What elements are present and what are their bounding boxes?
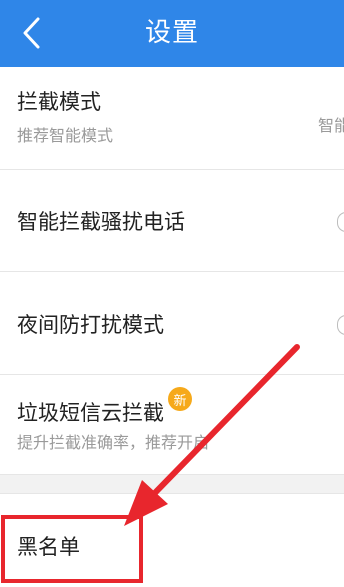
new-badge: 新: [168, 387, 192, 411]
smart-block-calls-toggle[interactable]: [337, 212, 344, 232]
page-title: 设置: [144, 18, 199, 48]
intercept-mode-item[interactable]: 拦截模式 推荐智能模式 智能: [0, 67, 344, 170]
smart-block-calls-item[interactable]: 智能拦截骚扰电话: [0, 170, 344, 272]
spam-sms-cloud-label: 垃圾短信云拦截: [17, 401, 164, 425]
night-dnd-toggle[interactable]: [337, 315, 344, 335]
top-bar: 设置: [0, 0, 344, 67]
intercept-mode-label: 拦截模式: [17, 90, 101, 114]
smart-block-calls-label: 智能拦截骚扰电话: [17, 210, 185, 234]
intercept-mode-value: 智能: [318, 116, 344, 135]
spam-sms-cloud-subtitle: 提升拦截准确率，推荐开启: [17, 433, 210, 452]
section-divider: [0, 474, 344, 494]
night-dnd-item[interactable]: 夜间防打扰模式: [0, 272, 344, 375]
highlight-box: [1, 515, 143, 583]
spam-sms-cloud-item[interactable]: 垃圾短信云拦截 新 提升拦截准确率，推荐开启: [0, 375, 344, 473]
intercept-mode-subtitle: 推荐智能模式: [17, 126, 114, 145]
night-dnd-label: 夜间防打扰模式: [17, 313, 164, 337]
